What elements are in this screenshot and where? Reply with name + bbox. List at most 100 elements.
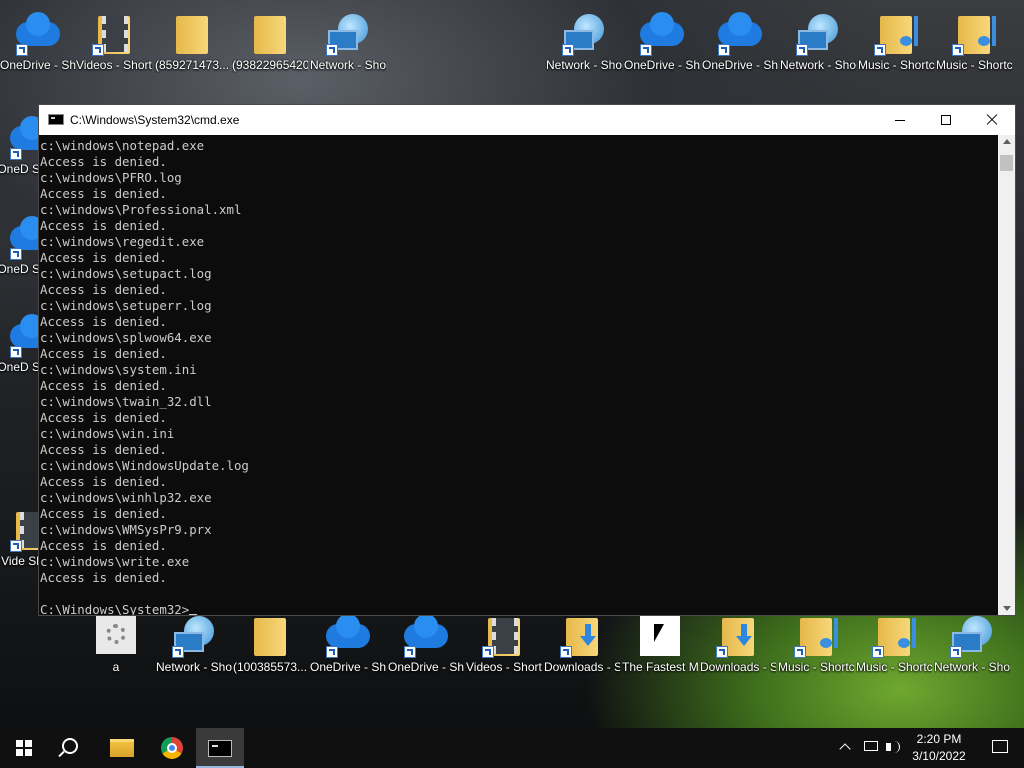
downloads-icon [714,614,762,658]
desktop-icon-videos[interactable]: Videos - Shortcut (5... [76,4,152,84]
console-line: Access is denied. [40,474,167,489]
desktop-icon-folder[interactable]: (100385573... [232,606,308,686]
taskbar-file-explorer[interactable] [98,728,146,768]
desktop-icon-network[interactable]: Network - Shortcut [546,4,622,84]
search-button[interactable] [48,728,96,768]
folder-icon [246,12,294,56]
shortcut-arrow-icon [640,44,652,56]
desktop-icon-downloads[interactable]: Downloads - Shortcut - ... [700,606,776,686]
folder-icon [168,12,216,56]
close-button[interactable] [969,105,1015,135]
desktop-icon-folder[interactable]: (93822965420) [232,4,308,84]
desktop-icon-label: Music - Shortcut (2... [778,660,854,674]
network-icon[interactable] [862,728,880,768]
shortcut-arrow-icon [950,646,962,658]
windows-logo-icon [16,740,32,756]
desktop-icon-videos[interactable]: Videos - Shortcut (3) [466,606,542,686]
desktop-icon-network[interactable]: Network - Shortcu... [156,606,232,686]
desktop-icon-label: Videos - Shortcut (3) [466,660,542,674]
console-line: Access is denied. [40,154,167,169]
desktop-icon-label: Network - Shortcu... [156,660,232,674]
desktop-icon-label: a [112,660,120,674]
chrome-icon [161,737,183,759]
desktop-icon-label: (93822965420) [232,58,308,72]
shortcut-arrow-icon [872,646,884,658]
downloads-icon [558,614,606,658]
console-line: Access is denied. [40,218,167,233]
desktop-icon-label: Videos - Shortcut (5... [76,58,152,72]
notifications-icon[interactable] [978,728,1024,768]
clock-date: 3/10/2022 [912,749,966,763]
console-line: Access is denied. [40,506,167,521]
network-icon [794,12,842,56]
desktop-icon-label: Network - Shortcu... [310,58,386,72]
desktop-icon-music[interactable]: Music - Shortcut (9... [856,606,932,686]
clock[interactable]: 2:20 PM 3/10/2022 [906,728,972,768]
shortcut-arrow-icon [326,44,338,56]
minimize-button[interactable] [877,105,923,135]
desktop-icon-downloads[interactable]: Downloads - Shortcut [544,606,620,686]
music-icon [870,614,918,658]
scroll-thumb[interactable] [1000,155,1013,171]
desktop-icon-onedrive[interactable]: OneDrive - Shortcut (3... [624,4,700,84]
shortcut-arrow-icon [562,44,574,56]
desktop-icon-label: OneDrive - Shortcut (2... [702,58,778,72]
console-line: Access is denied. [40,538,167,553]
desktop-icon-music[interactable]: Music - Shortcut (1... [858,4,934,84]
file-explorer-icon [110,739,134,757]
scroll-up-arrow-icon[interactable] [1003,139,1011,144]
search-icon [62,738,78,754]
console-line: c:\windows\Professional.xml [40,202,242,217]
console-prompt: C:\Windows\System32> [40,602,190,615]
desktop-icon-network[interactable]: Network - Shortcu... [310,4,386,84]
console-line: c:\windows\splwow64.exe [40,330,212,345]
taskbar-chrome[interactable] [148,728,196,768]
maximize-button[interactable] [923,105,969,135]
desktop-icon-music[interactable]: Music - Shortcut (2... [778,606,854,686]
console-line: c:\windows\system.ini [40,362,197,377]
desktop-icon-label: Downloads - Shortcut [544,660,620,674]
desktop-icon-gear[interactable]: a [78,606,154,686]
desktop-icon-folder[interactable]: (859271473... [154,4,230,84]
console-line: c:\windows\regedit.exe [40,234,205,249]
desktop-icon-label: Network - Shortcut [546,58,622,72]
network-icon [324,12,372,56]
desktop-icon-onedrive[interactable]: OneDrive - Shortcut (4... [0,4,76,84]
console-line: Access is denied. [40,282,167,297]
desktop-icon-label: (100385573... [232,660,308,674]
taskbar-cmd[interactable] [196,728,244,768]
shortcut-arrow-icon [952,44,964,56]
shortcut-arrow-icon [10,346,22,358]
console-line: Access is denied. [40,410,167,425]
show-hidden-icons-chevron-icon[interactable] [838,728,854,768]
scroll-down-arrow-icon[interactable] [1003,606,1011,611]
desktop-icon-label: Music - Shortcut (1... [858,58,934,72]
console-prompt-line[interactable]: C:\Windows\System32> [40,602,998,615]
console-line: c:\windows\notepad.exe [40,138,205,153]
music-icon [950,12,998,56]
console-line: c:\windows\win.ini [40,426,175,441]
desktop-icon-label: Network - Shortcu... [934,660,1010,674]
desktop-icon-network[interactable]: Network - Shortcu... [934,606,1010,686]
desktop-icon-onedrive[interactable]: OneDrive - Shortcut [388,606,464,686]
cmd-window[interactable]: C:\Windows\System32\cmd.exe c:\windows\n… [38,104,1016,616]
desktop-icon-cursor[interactable]: The Fastest Mouse C... [622,606,698,686]
console-scrollbar[interactable] [998,135,1015,615]
desktop-icon-onedrive[interactable]: OneDrive - Shortcut (2... [702,4,778,84]
console-output[interactable]: c:\windows\notepad.exe Access is denied. c… [39,135,998,615]
desktop-icon-network[interactable]: Network - Shortcu... [780,4,856,84]
desktop-icon-label: OneDrive - Shortcut [388,660,464,674]
cmd-title-bar[interactable]: C:\Windows\System32\cmd.exe [39,105,1015,135]
desktop-icon-onedrive[interactable]: OneDrive - Shortcut (2) [310,606,386,686]
desktop-icon-music[interactable]: Music - Shortcut (1... [936,4,1012,84]
start-button[interactable] [0,728,48,768]
network-icon [948,614,996,658]
shortcut-arrow-icon [326,646,338,658]
volume-icon[interactable] [884,728,904,768]
shortcut-arrow-icon [794,646,806,658]
desktop-icon-label: Network - Shortcu... [780,58,856,72]
cmd-icon [208,740,232,757]
shortcut-arrow-icon [404,646,416,658]
console-line: c:\windows\setuperr.log [40,298,212,313]
